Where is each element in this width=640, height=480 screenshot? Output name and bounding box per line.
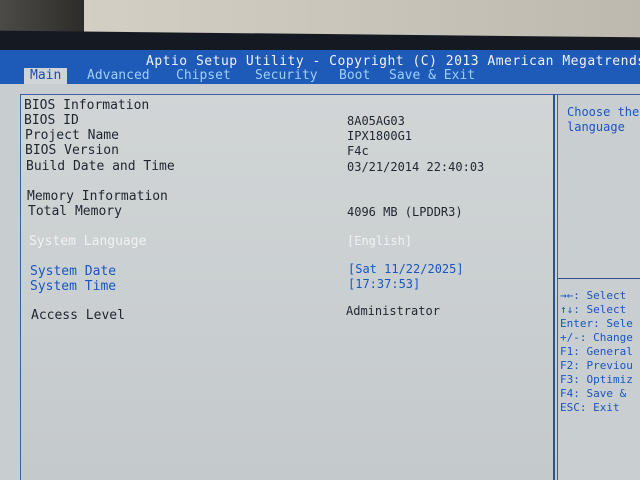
tab-save-exit[interactable]: Save & Exit	[389, 68, 475, 83]
bios-info-heading: BIOS Information	[24, 98, 150, 113]
bios-version-label: BIOS Version	[25, 143, 119, 158]
help-description-line2: language	[567, 120, 625, 134]
panel-divider	[553, 94, 555, 480]
total-memory-label: Total Memory	[28, 204, 122, 219]
title-bar: Aptio Setup Utility - Copyright (C) 2013…	[0, 50, 640, 84]
system-language-value[interactable]: [English]	[347, 234, 412, 248]
help-key-select-item: ↑↓: Select	[560, 303, 627, 316]
access-level-value: Administrator	[346, 304, 440, 318]
tab-chipset[interactable]: Chipset	[176, 68, 231, 83]
memory-info-heading: Memory Information	[27, 189, 168, 204]
access-level-label: Access Level	[31, 308, 125, 323]
tab-main[interactable]: Main	[24, 68, 68, 84]
help-key-change: +/-: Change	[560, 331, 633, 344]
system-language-label[interactable]: System Language	[29, 234, 146, 249]
window-title: Aptio Setup Utility - Copyright (C) 2013…	[146, 54, 640, 69]
help-key-select-screen: →←: Select	[560, 289, 627, 302]
tab-boot[interactable]: Boot	[339, 68, 370, 83]
bios-id-value: 8A05AG03	[347, 114, 405, 128]
total-memory-value: 4096 MB (LPDDR3)	[347, 205, 463, 219]
bios-version-value: F4c	[347, 144, 369, 158]
tab-security[interactable]: Security	[255, 68, 318, 83]
help-key-enter: Enter: Sele	[560, 317, 633, 330]
help-key-f3: F3: Optimiz	[560, 373, 633, 386]
help-separator	[558, 278, 640, 279]
bios-screen: Aptio Setup Utility - Copyright (C) 2013…	[0, 50, 640, 480]
help-panel	[558, 94, 640, 480]
build-date-value: 03/21/2014 22:40:03	[347, 160, 485, 174]
bios-id-label: BIOS ID	[24, 113, 79, 128]
help-key-f1: F1: General	[560, 345, 633, 358]
project-name-value: IPX1800G1	[347, 129, 413, 143]
help-key-f4: F4: Save &	[560, 387, 627, 400]
system-time-value[interactable]: [17:37:53]	[348, 277, 420, 291]
tab-advanced[interactable]: Advanced	[87, 68, 150, 83]
help-key-f2: F2: Previou	[560, 359, 633, 372]
system-time-label[interactable]: System Time	[30, 279, 116, 294]
help-key-esc: ESC: Exit	[560, 401, 620, 414]
project-name-label: Project Name	[25, 128, 119, 143]
system-date-label[interactable]: System Date	[30, 264, 116, 279]
build-date-label: Build Date and Time	[26, 159, 175, 174]
system-date-value[interactable]: [Sat 11/22/2025]	[348, 262, 464, 276]
help-description-line1: Choose the	[567, 105, 640, 119]
